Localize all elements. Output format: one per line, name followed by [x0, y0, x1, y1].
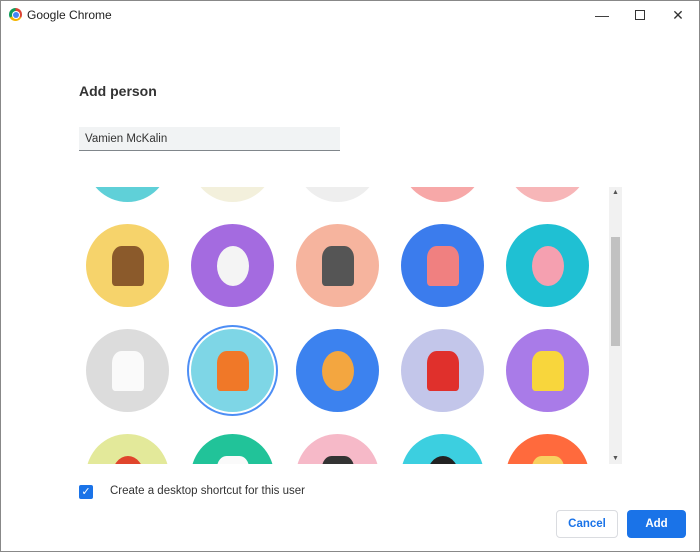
noodles-icon — [217, 456, 249, 464]
title-bar: Google Chrome — ✕ — [1, 1, 700, 29]
avatar-noodles[interactable] — [191, 434, 274, 464]
avatar-bicycle[interactable] — [296, 329, 379, 412]
avatar-sushi[interactable] — [401, 434, 484, 464]
avatar-cheese[interactable] — [506, 329, 589, 412]
avatar-monkey[interactable] — [86, 224, 169, 307]
avatar-bird[interactable] — [401, 329, 484, 412]
cheese-icon — [532, 351, 564, 391]
chrome-logo-icon — [9, 8, 22, 21]
food-icon — [532, 456, 564, 464]
avatar-basketball[interactable] — [191, 329, 274, 412]
rabbit-icon — [532, 246, 564, 286]
name-input[interactable] — [79, 127, 340, 151]
avatar-unicorn[interactable] — [86, 329, 169, 412]
scrollbar-thumb[interactable] — [611, 237, 620, 346]
desktop-shortcut-label[interactable]: Create a desktop shortcut for this user — [110, 485, 305, 497]
unicorn-icon — [112, 351, 144, 391]
avatar-partial-5[interactable] — [506, 187, 589, 202]
scroll-down-icon[interactable]: ▼ — [609, 455, 622, 462]
checkmark-icon: ✓ — [81, 486, 91, 498]
butterfly-icon — [427, 246, 459, 286]
add-button[interactable]: Add — [627, 510, 686, 538]
avatar-partial-1[interactable] — [86, 187, 169, 202]
avatar-grid — [81, 187, 603, 464]
window-title: Google Chrome — [27, 8, 112, 22]
bicycle-icon — [322, 351, 354, 391]
sushi-icon — [427, 456, 459, 464]
cancel-button[interactable]: Cancel — [556, 510, 618, 538]
avatar-partial-4[interactable] — [401, 187, 484, 202]
avatar-butterfly[interactable] — [401, 224, 484, 307]
avatar-food[interactable] — [506, 434, 589, 464]
sunglasses-icon — [322, 456, 354, 464]
panda-icon — [217, 246, 249, 286]
page-title: Add person — [79, 83, 157, 99]
avatar-partial-3[interactable] — [296, 187, 379, 202]
bird-icon — [427, 351, 459, 391]
close-icon: ✕ — [672, 6, 684, 23]
minimize-icon: — — [595, 7, 609, 23]
avatar-football[interactable] — [86, 434, 169, 464]
avatar-penguin[interactable] — [296, 224, 379, 307]
monkey-icon — [112, 246, 144, 286]
scrollbar[interactable]: ▲ ▼ — [609, 187, 622, 464]
avatar-sunglasses[interactable] — [296, 434, 379, 464]
desktop-shortcut-checkbox[interactable]: ✓ — [79, 485, 93, 499]
basketball-icon — [217, 351, 249, 391]
avatar-panda[interactable] — [191, 224, 274, 307]
scroll-up-icon[interactable]: ▲ — [609, 189, 622, 196]
avatar-rabbit[interactable] — [506, 224, 589, 307]
avatar-partial-2[interactable] — [191, 187, 274, 202]
football-icon — [112, 456, 144, 464]
close-button[interactable]: ✕ — [655, 1, 700, 29]
penguin-icon — [322, 246, 354, 286]
maximize-icon — [635, 10, 645, 20]
